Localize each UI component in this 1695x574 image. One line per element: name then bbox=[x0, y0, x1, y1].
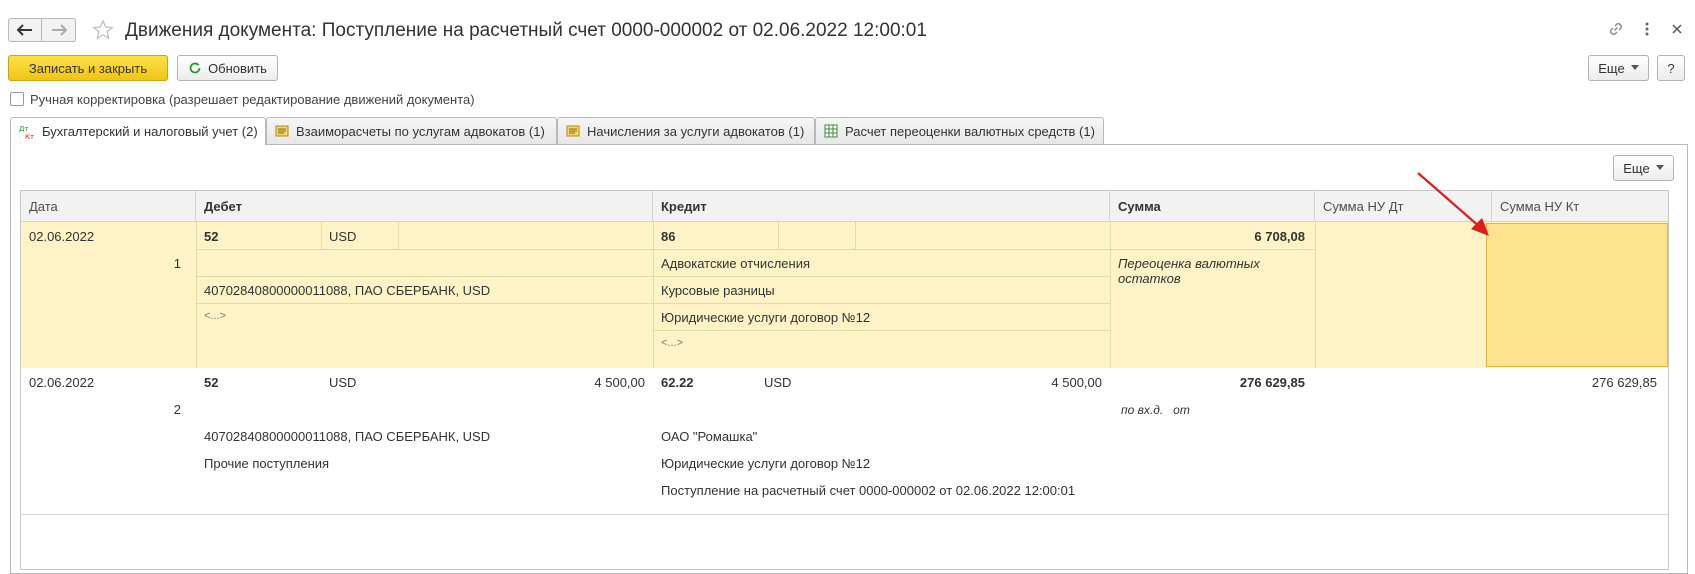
cell-credit-subconto-1: ОАО "Ромашка" bbox=[661, 429, 758, 444]
cell-divider bbox=[398, 222, 399, 249]
refresh-label: Обновить bbox=[208, 60, 267, 76]
cell-divider bbox=[321, 222, 322, 249]
cell-divider bbox=[855, 222, 856, 249]
table-icon bbox=[824, 124, 838, 138]
cell-debit-currency: USD bbox=[329, 375, 357, 390]
cell-debit-subconto-2: Прочие поступления bbox=[204, 456, 330, 471]
cell-credit-subconto-2: Курсовые разницы bbox=[661, 283, 775, 298]
save-and-close-button[interactable]: Записать и закрыть bbox=[8, 55, 168, 81]
window-title: Движения документа: Поступление на расче… bbox=[125, 20, 927, 41]
cell-divider bbox=[778, 222, 779, 249]
manual-edit-label: Ручная корректировка (разрешает редактир… bbox=[30, 92, 475, 107]
back-arrow-icon bbox=[17, 24, 32, 36]
tab-currency-revaluation[interactable]: Расчет переоценки валютных средств (1) bbox=[815, 117, 1104, 144]
table-row[interactable]: 02.06.2022 1 52 USD 40702840800000011088… bbox=[21, 222, 1668, 368]
more-button[interactable]: Еще bbox=[1588, 55, 1649, 81]
register-icon bbox=[275, 125, 289, 137]
close-icon[interactable] bbox=[1670, 20, 1684, 38]
cell-sum-nu-kt: 276 629,85 bbox=[1591, 375, 1657, 390]
cell-row-number: 1 bbox=[173, 256, 181, 271]
chevron-down-icon bbox=[1630, 65, 1639, 70]
cell-debit-subconto-1: 40702840800000011088, ПАО СБЕРБАНК, USD bbox=[204, 283, 491, 298]
cell-sum: 6 708,08 bbox=[1254, 229, 1305, 244]
link-icon[interactable] bbox=[1607, 20, 1625, 38]
cell-divider bbox=[196, 222, 197, 368]
more-label: Еще bbox=[1598, 60, 1625, 76]
back-button[interactable] bbox=[8, 18, 42, 42]
cell-debit-subconto-1: 40702840800000011088, ПАО СБЕРБАНК, USD bbox=[204, 429, 491, 444]
cell-divider bbox=[1110, 222, 1111, 368]
refresh-icon bbox=[189, 62, 201, 74]
cell-credit-subconto-1: Адвокатские отчисления bbox=[661, 256, 810, 271]
tab-lawyer-settlements-label: Взаиморасчеты по услугам адвокатов (1) bbox=[296, 123, 545, 139]
cell-content: Переоценка валютных остатков bbox=[1118, 256, 1260, 286]
table-row[interactable]: 02.06.2022 2 52 USD 4 500,00 40702840800… bbox=[21, 368, 1668, 515]
save-and-close-label: Записать и закрыть bbox=[28, 60, 148, 76]
movements-table[interactable]: Дата Дебет Кредит Сумма Сумма НУ Дт Сумм… bbox=[20, 190, 1669, 570]
chevron-down-icon bbox=[1655, 165, 1664, 170]
column-header-sum-nu-kt[interactable]: Сумма НУ Кт bbox=[1492, 191, 1668, 222]
cell-date: 02.06.2022 bbox=[29, 375, 95, 390]
svg-text:Дт: Дт bbox=[19, 125, 29, 133]
manual-edit-checkbox[interactable] bbox=[10, 92, 24, 106]
cell-divider bbox=[653, 222, 654, 368]
column-header-date[interactable]: Дата bbox=[21, 191, 196, 222]
cell-debit-account: 52 bbox=[204, 375, 219, 390]
tab-lawyer-accruals[interactable]: Начисления за услуги адвокатов (1) bbox=[557, 117, 815, 144]
cell-credit-subconto-3: Поступление на расчетный счет 0000-00000… bbox=[661, 483, 1076, 498]
table-more-button[interactable]: Еще bbox=[1613, 155, 1674, 181]
forward-button[interactable] bbox=[42, 18, 76, 42]
cell-divider bbox=[196, 303, 1110, 304]
cell-row-number: 2 bbox=[173, 402, 181, 417]
cell-sum: 276 629,85 bbox=[1239, 375, 1305, 390]
forward-arrow-icon bbox=[51, 24, 67, 36]
svg-text:Кт: Кт bbox=[25, 133, 34, 140]
cell-divider bbox=[1315, 222, 1316, 368]
more-vertical-icon[interactable] bbox=[1643, 20, 1651, 38]
cell-debit-subconto-2: <...> bbox=[204, 310, 227, 322]
table-more-label: Еще bbox=[1623, 160, 1650, 176]
cell-divider bbox=[196, 249, 1315, 250]
cell-debit-currency: USD bbox=[329, 229, 357, 244]
cell-credit-account: 62.22 bbox=[661, 375, 694, 390]
cell-credit-amount: 4 500,00 bbox=[1051, 375, 1102, 390]
cell-divider bbox=[653, 330, 1110, 331]
column-header-sum[interactable]: Сумма bbox=[1110, 191, 1315, 222]
cell-debit-account: 52 bbox=[204, 229, 219, 244]
tab-currency-revaluation-label: Расчет переоценки валютных средств (1) bbox=[845, 123, 1095, 139]
cell-credit-account: 86 bbox=[661, 229, 676, 244]
tab-lawyer-settlements[interactable]: Взаиморасчеты по услугам адвокатов (1) bbox=[266, 117, 557, 144]
column-header-credit[interactable]: Кредит bbox=[653, 191, 1110, 222]
cell-credit-subconto-2: Юридические услуги договор №12 bbox=[661, 456, 871, 471]
cell-content: по вх.д. от bbox=[1121, 403, 1190, 417]
cell-credit-currency: USD bbox=[764, 375, 792, 390]
cell-sum-nu-kt-selected[interactable] bbox=[1486, 223, 1668, 367]
annotation-arrow-icon bbox=[1417, 172, 1489, 236]
dt-kt-icon: Дт Кт bbox=[19, 125, 34, 140]
cell-divider bbox=[196, 276, 1110, 277]
cell-credit-subconto-3: Юридические услуги договор №12 bbox=[661, 310, 871, 325]
window-header: Движения документа: Поступление на расче… bbox=[0, 0, 1695, 46]
cell-credit-subconto-4: <...> bbox=[661, 337, 684, 349]
cell-date: 02.06.2022 bbox=[29, 229, 95, 244]
star-icon[interactable] bbox=[92, 19, 114, 41]
tab-accounting[interactable]: Дт Кт Бухгалтерский и налоговый учет (2) bbox=[10, 117, 266, 145]
refresh-button[interactable]: Обновить bbox=[177, 55, 278, 81]
tab-accounting-label: Бухгалтерский и налоговый учет (2) bbox=[42, 124, 258, 139]
help-button[interactable]: ? bbox=[1657, 55, 1685, 81]
tab-lawyer-accruals-label: Начисления за услуги адвокатов (1) bbox=[587, 123, 805, 139]
register-icon bbox=[566, 125, 580, 137]
help-label: ? bbox=[1667, 60, 1675, 76]
cell-debit-amount: 4 500,00 bbox=[594, 375, 645, 390]
column-header-debit[interactable]: Дебет bbox=[196, 191, 653, 222]
